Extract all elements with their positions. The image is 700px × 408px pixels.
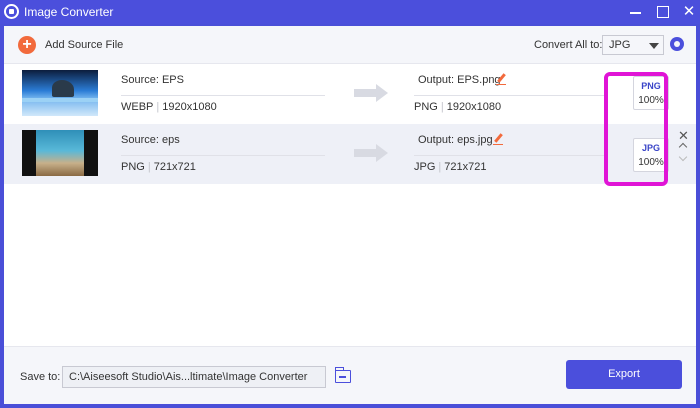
toolbar: + Add Source File Convert All to: JPG: [4, 26, 696, 64]
file-thumbnail: [22, 70, 98, 116]
save-path-value: C:\Aiseesoft Studio\Ais...ltimate\Image …: [69, 371, 308, 383]
output-dimensions: 721x721: [444, 161, 487, 173]
format-badge: PNG: [641, 81, 661, 91]
title-bar: Image Converter ✕: [0, 0, 700, 24]
output-meta: PNG | 1920x1080: [414, 101, 501, 113]
chevron-down-icon[interactable]: [678, 152, 688, 162]
source-meta: WEBP | 1920x1080: [121, 101, 217, 113]
add-source-file-button[interactable]: + Add Source File: [18, 36, 128, 54]
source-dimensions: 721x721: [153, 161, 196, 173]
source-label: Source: EPS: [121, 74, 184, 86]
chevron-down-icon: [649, 43, 659, 49]
output-divider: [414, 95, 604, 96]
separator: |: [156, 101, 160, 113]
format-badge: JPG: [641, 143, 660, 153]
separator: |: [147, 161, 151, 173]
arrow-right-icon: [354, 144, 390, 162]
save-to-label: Save to:: [20, 371, 61, 383]
save-path-select[interactable]: C:\Aiseesoft Studio\Ais...ltimate\Image …: [62, 366, 326, 388]
footer-bar: Save to: C:\Aiseesoft Studio\Ais...ltima…: [4, 346, 696, 404]
source-divider: [121, 95, 325, 96]
file-thumbnail: [22, 130, 98, 176]
gear-icon[interactable]: [670, 37, 684, 51]
source-meta: PNG | 721x721: [121, 161, 196, 173]
maximize-button[interactable]: [654, 3, 672, 21]
output-divider: [414, 155, 604, 156]
main-window: + Add Source File Convert All to: JPG So…: [4, 26, 696, 404]
file-row: Source: eps PNG | 721x721 Output: eps.jpg …: [4, 124, 696, 184]
chevron-up-icon[interactable]: [678, 142, 688, 152]
source-label: Source: eps: [121, 134, 180, 146]
output-format: JPG: [414, 161, 436, 173]
app-logo-icon: [4, 4, 19, 19]
edit-icon[interactable]: [493, 133, 503, 145]
output-dimensions: 1920x1080: [446, 101, 502, 113]
output-meta: JPG | 721x721: [414, 161, 486, 173]
add-circle-icon: +: [18, 36, 36, 54]
quality-value: 100%: [638, 157, 664, 168]
file-row: Source: EPS WEBP | 1920x1080 Output: EPS.p…: [4, 64, 696, 124]
separator: |: [440, 101, 444, 113]
edit-icon[interactable]: [496, 73, 506, 85]
output-label: Output: eps.jpg: [418, 134, 493, 146]
convert-all-value: JPG: [609, 39, 631, 51]
source-divider: [121, 155, 325, 156]
window-close-button[interactable]: ✕: [680, 3, 698, 21]
source-format: PNG: [121, 161, 145, 173]
convert-all-select[interactable]: JPG: [602, 35, 664, 55]
arrow-right-icon: [354, 84, 390, 102]
folder-icon[interactable]: [334, 367, 351, 383]
output-label: Output: EPS.png: [418, 74, 501, 86]
close-icon[interactable]: ✕: [678, 128, 689, 144]
quality-value: 100%: [638, 95, 664, 106]
output-format: PNG: [414, 101, 438, 113]
source-dimensions: 1920x1080: [162, 101, 217, 113]
output-format-button[interactable]: PNG 100%: [633, 76, 669, 110]
minimize-button[interactable]: [627, 3, 645, 21]
convert-all-label: Convert All to:: [534, 39, 603, 51]
app-title: Image Converter: [24, 5, 114, 19]
export-button[interactable]: Export: [566, 360, 682, 389]
output-format-button[interactable]: JPG 100%: [633, 138, 669, 172]
source-format: WEBP: [121, 101, 154, 113]
add-source-file-label: Add Source File: [45, 39, 124, 51]
separator: |: [438, 161, 442, 173]
